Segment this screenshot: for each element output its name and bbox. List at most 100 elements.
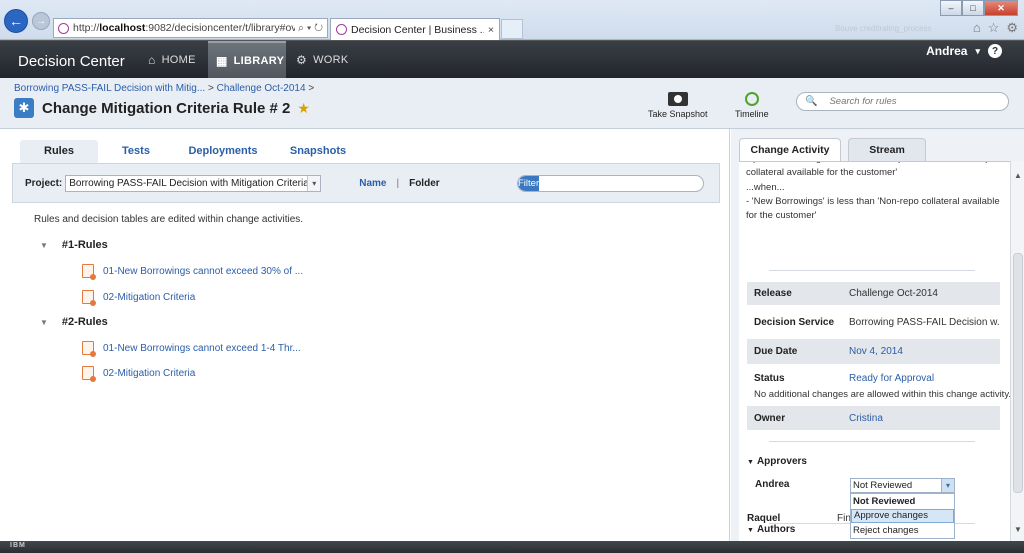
address-actions-icon[interactable]: ⌕ ▾ ↻ (298, 22, 323, 35)
page-header: Borrowing PASS-FAIL Decision with Mitig.… (0, 78, 1024, 129)
expand-triangle-icon[interactable]: ▼ (40, 241, 48, 250)
scroll-down-icon[interactable]: ▼ (1012, 523, 1024, 535)
filter-button[interactable]: Filter (518, 176, 540, 191)
rule-item[interactable]: 01-New Borrowings cannot exceed 30% of .… (82, 264, 303, 280)
decision-service-row: Decision Service Borrowing PASS-FAIL Dec… (754, 316, 1000, 328)
address-text: http://localhost:9082/decisioncenter/t/l… (73, 22, 296, 34)
minimize-button[interactable]: – (940, 0, 962, 16)
scroll-up-icon[interactable]: ▲ (1012, 169, 1024, 181)
tab-tests[interactable]: Tests (114, 140, 158, 164)
activity-details: - ('New Borrowings' - '1-4 Threshold') i… (739, 161, 1010, 541)
tab-change-activity[interactable]: Change Activity (739, 138, 841, 162)
rule-item[interactable]: 02-Mitigation Criteria (82, 366, 195, 382)
status-row: Status Ready for Approval (747, 369, 1000, 387)
filter-box: Filter (517, 175, 704, 192)
tab-rules[interactable]: Rules (20, 140, 98, 164)
rule-file-icon (82, 290, 96, 306)
favorite-star-icon[interactable]: ★ (297, 100, 310, 117)
gear-icon: ⚙ (296, 53, 308, 67)
new-tab-button[interactable] (501, 19, 523, 39)
tab-snapshots[interactable]: Snapshots (284, 140, 352, 164)
search-icon: 🔍 (805, 96, 818, 107)
timeline-button[interactable]: Timeline (735, 92, 769, 119)
option-reject-changes[interactable]: Reject changes (851, 523, 954, 538)
sort-by-folder[interactable]: Folder (409, 178, 440, 189)
change-activity-pane: Change Activity Stream - ('New Borrowing… (731, 129, 1024, 541)
clock-check-icon (744, 92, 759, 106)
globe-icon (336, 24, 347, 35)
help-icon[interactable]: ? (988, 44, 1002, 58)
due-date-row: Due Date Nov 4, 2014 (747, 339, 1000, 364)
folder-2-rules[interactable]: ▼ #2-Rules (40, 316, 108, 328)
authors-section-toggle[interactable]: ▼ Authors (747, 524, 795, 535)
nav-home[interactable]: ⌂ HOME (140, 41, 204, 79)
faded-tab-text: Bouve creditraling_process (835, 24, 932, 33)
arrow-left-icon: ← (9, 13, 23, 29)
owner-value[interactable]: Cristina (849, 413, 1000, 424)
forward-button[interactable]: → (32, 12, 50, 30)
release-value: Challenge Oct-2014 (849, 288, 938, 299)
camera-icon (667, 92, 688, 106)
approvers-section-toggle[interactable]: ▼ Approvers (747, 456, 807, 467)
rule-item[interactable]: 02-Mitigation Criteria (82, 290, 195, 306)
expand-triangle-icon[interactable]: ▼ (40, 318, 48, 327)
library-pane: Rules Tests Deployments Snapshots Projec… (0, 129, 730, 541)
chevron-down-icon: ▾ (307, 175, 321, 191)
window-controls: – □ ✕ (940, 0, 1018, 16)
browser-tab-decision-center[interactable]: Decision Center | Business ... × (330, 18, 500, 40)
description-line: - 'New Borrowings' is less than 'Non-rep… (746, 196, 1000, 221)
breadcrumb-project[interactable]: Borrowing PASS-FAIL Decision with Mitig.… (14, 83, 205, 94)
breadcrumb-release[interactable]: Challenge Oct-2014 (217, 83, 306, 94)
grid-icon: ▦ (216, 54, 228, 68)
nav-work[interactable]: ⚙ WORK (288, 41, 356, 79)
filter-input[interactable] (539, 176, 703, 191)
approver-name: Andrea (755, 479, 790, 490)
release-row: Release Challenge Oct-2014 (747, 282, 1000, 305)
user-menu[interactable]: Andrea ▾ ? (926, 44, 1002, 58)
take-snapshot-button[interactable]: Take Snapshot (648, 92, 708, 119)
home-icon[interactable]: ⌂ (973, 20, 981, 36)
scroll-thumb[interactable] (1013, 253, 1023, 493)
description-line: ...when... (746, 182, 785, 193)
gear-icon[interactable]: ⚙ (1006, 20, 1018, 36)
sort-by-name[interactable]: Name (359, 178, 386, 189)
footer-bar: IBM (0, 541, 1024, 553)
collapse-triangle-icon: ▼ (747, 459, 754, 466)
search-input[interactable] (829, 96, 980, 107)
library-tabs: Rules Tests Deployments Snapshots (12, 140, 720, 164)
maximize-button[interactable]: □ (962, 0, 984, 16)
divider (769, 270, 975, 271)
rule-file-icon (82, 366, 96, 382)
user-name: Andrea (926, 44, 968, 58)
back-button[interactable]: ← (4, 9, 28, 33)
folder-1-rules[interactable]: ▼ #1-Rules (40, 239, 108, 251)
collapse-triangle-icon: ▼ (747, 527, 754, 534)
search-box[interactable]: 🔍 (796, 92, 1009, 111)
author-name: Raquel (747, 513, 781, 524)
browser-icons: ⌂ ☆ ⚙ (973, 20, 1018, 36)
project-select[interactable]: Borrowing PASS-FAIL Decision with Mitiga… (65, 174, 322, 192)
browser-tab-title: Decision Center | Business ... (351, 23, 484, 36)
nav-library[interactable]: ▦ LIBRARY (208, 41, 286, 79)
option-not-reviewed[interactable]: Not Reviewed (851, 494, 954, 509)
tab-stream[interactable]: Stream (848, 138, 926, 162)
address-bar[interactable]: http://localhost:9082/decisioncenter/t/l… (53, 18, 328, 38)
tab-deployments[interactable]: Deployments (182, 140, 264, 164)
divider (769, 441, 975, 442)
due-date-value[interactable]: Nov 4, 2014 (849, 346, 1000, 357)
breadcrumb: Borrowing PASS-FAIL Decision with Mitig.… (14, 83, 315, 94)
rule-item[interactable]: 01-New Borrowings cannot exceed 1-4 Thr.… (82, 341, 301, 357)
favorites-star-icon[interactable]: ☆ (988, 20, 1000, 36)
app-header: Decision Center ⌂ HOME ▦ LIBRARY ⚙ WORK And… (0, 40, 1024, 79)
arrow-right-icon: → (36, 15, 46, 27)
close-window-button[interactable]: ✕ (984, 0, 1018, 16)
app-title: Decision Center (18, 53, 125, 70)
approval-status-select[interactable]: Not Reviewed ▾ (850, 478, 955, 493)
option-approve-changes[interactable]: Approve changes (851, 508, 954, 523)
rule-file-icon (82, 264, 96, 280)
status-value[interactable]: Ready for Approval (849, 373, 1000, 384)
activity-scrollbar[interactable]: ▲ ▼ (1010, 161, 1024, 541)
close-tab-icon[interactable]: × (488, 24, 494, 36)
globe-icon (58, 22, 69, 34)
decision-service-value: Borrowing PASS-FAIL Decision w... (849, 316, 1000, 328)
